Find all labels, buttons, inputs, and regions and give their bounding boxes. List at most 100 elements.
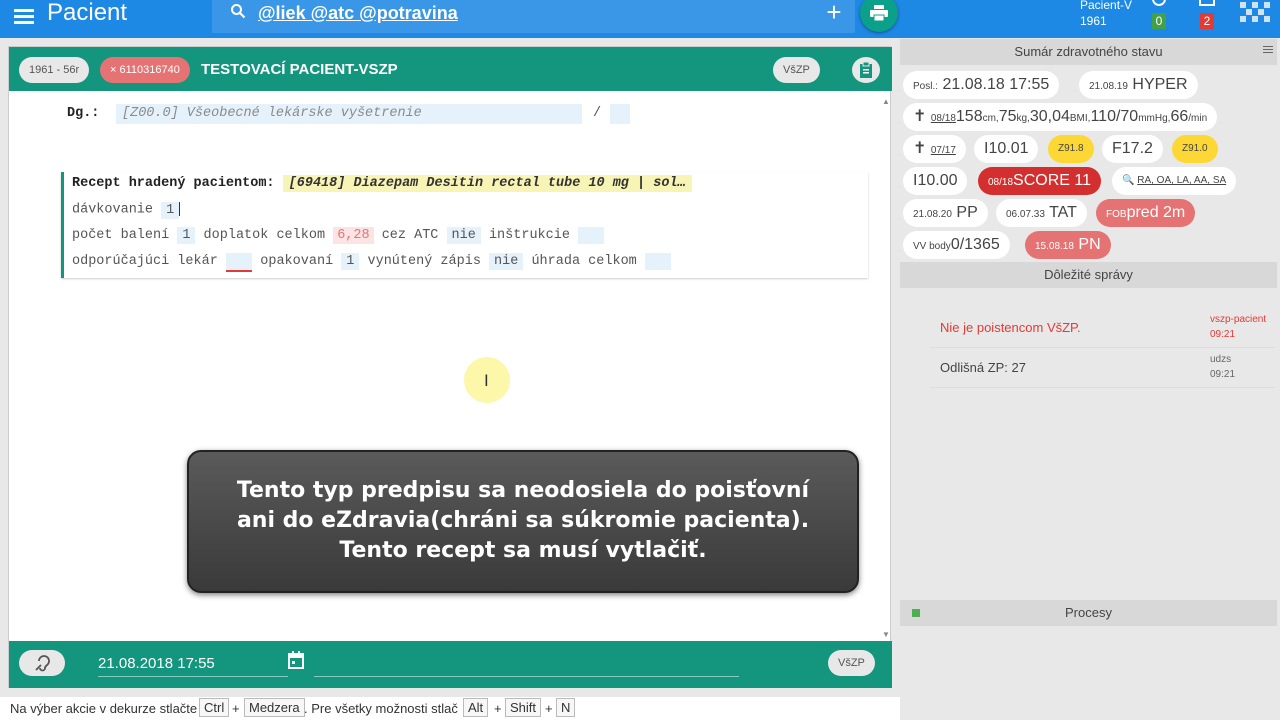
examinations-chip[interactable]: 🔍 RA, OA, LA, AA, SA (1112, 167, 1237, 195)
diagnosis-chip-z918[interactable]: Z91.8 (1048, 135, 1094, 163)
pn-chip[interactable]: 15.08.18 PN (1025, 231, 1111, 259)
print-icon (870, 5, 888, 21)
copay-label: doplatok celkom (203, 228, 326, 243)
cross-icon: ✝ (913, 108, 927, 125)
patient-id: 6110316740 (119, 64, 180, 76)
text-cursor (179, 202, 181, 216)
app-title: Pacient (47, 0, 128, 26)
hyper-date: 21.08.19 (1089, 81, 1128, 92)
message-time: 09:21 (1210, 329, 1236, 340)
search-bar[interactable]: @liek @atc @potravina (212, 0, 855, 33)
summary-title: Sumár zdravotného stavu (1014, 44, 1163, 59)
copay-field[interactable]: 6,28 (333, 227, 374, 244)
chat-icon[interactable] (1199, 0, 1215, 9)
insurer-chip[interactable]: VšZP (773, 57, 820, 83)
patient-age-chip[interactable]: 1961 - 56r (19, 57, 90, 83)
pn-label: PN (1078, 236, 1101, 253)
message-item[interactable]: Odlišná ZP: 27 (940, 360, 1026, 375)
hyper-label: HYPER (1132, 76, 1188, 93)
add-button[interactable]: + (819, 0, 849, 28)
record-date[interactable]: 21.08.2018 17:55 (98, 655, 215, 672)
vv-chip[interactable]: VV body0/1365 (903, 231, 1010, 259)
editor-footer: 21.08.2018 17:55 VšZP (9, 641, 892, 688)
menu-icon[interactable] (14, 6, 34, 26)
pp-date: 21.08.20 (913, 209, 952, 220)
message-meta: udzs 09:21 (1210, 352, 1235, 382)
print-button[interactable] (860, 0, 898, 32)
messages-header: Dôležité správy (900, 262, 1277, 288)
message-item[interactable]: Nie je poistencom VšZP. (940, 320, 1081, 335)
atc-label: cez ATC (381, 228, 439, 243)
message-source: vszp-pacient (1210, 314, 1267, 325)
packs-field[interactable]: 1 (177, 227, 196, 244)
message-divider (930, 387, 1275, 388)
instructions-label: inštrukcie (488, 228, 570, 243)
process-status-icon (912, 609, 920, 617)
hearing-button[interactable] (19, 650, 65, 676)
note-field[interactable] (314, 676, 739, 677)
patient-info[interactable]: Pacient-V 1961 (1080, 0, 1132, 29)
patient-id-chip[interactable]: × 6110316740 (100, 57, 190, 83)
calendar-icon[interactable] (288, 651, 304, 669)
tat-chip[interactable]: 06.07.33 TAT (996, 199, 1087, 227)
diagnosis-field[interactable]: [Z00.0] Všeobecné lekárske vyšetrenie (116, 104, 582, 124)
message-time: 09:21 (1210, 369, 1236, 380)
notification-badge: 0 (1152, 13, 1166, 29)
vv-value: 0/1365 (950, 236, 1000, 253)
forced-label: vynútený zápis (367, 254, 481, 269)
packs-label: počet balení (72, 228, 170, 243)
key-shift: Shift (505, 698, 542, 717)
footer-insurer-chip[interactable]: VšZP (828, 650, 875, 676)
diagnosis-chip-i1000[interactable]: I10.00 (903, 167, 968, 195)
pp-chip[interactable]: 21.08.20 PP (903, 199, 988, 227)
drug-field[interactable]: [69418] Diazepam Desitin rectal tube 10 … (282, 175, 692, 192)
prescription-label: Recept hradený pacientom: (72, 176, 275, 191)
message-source: udzs (1210, 354, 1232, 365)
scroll-down-icon[interactable]: ▼ (882, 630, 890, 639)
deceased-chip[interactable]: ✝ 07/17 (903, 135, 966, 163)
instructions-field[interactable] (578, 227, 605, 244)
status-hint-text: Na výber akcie v dekurze stlačte (10, 701, 198, 716)
cross-icon: ✝ (913, 140, 927, 157)
prescription-line: Recept hradený pacientom: [69418] Diazep… (72, 175, 692, 192)
key-space: Medzera (244, 698, 305, 717)
diagnosis-chip-z910[interactable]: Z91.0 (1172, 135, 1218, 163)
search-icon (231, 4, 246, 19)
remove-icon[interactable]: × (110, 64, 116, 76)
repeat-field[interactable]: 1 (341, 253, 360, 270)
patient-label: Pacient-V (1080, 0, 1133, 12)
callout-line-3: Tento recept sa musí vytlačiť. (339, 538, 707, 563)
diagnosis-label: Dg.: (67, 106, 100, 121)
atc-field[interactable]: nie (446, 227, 481, 244)
vitals-chip[interactable]: ✝ 08/18158cm,75kg,30,04BMI,110/70mmHg,66… (903, 103, 1218, 131)
dosage-line: dávkovanie 1 (72, 201, 181, 219)
processes-header[interactable]: Procesy (900, 600, 1277, 626)
patient-year: 1961 (1080, 14, 1107, 28)
fob-chip[interactable]: FOBpred 2m (1096, 199, 1196, 227)
diagnosis-secondary-field[interactable] (610, 104, 630, 124)
plus-sign: + (494, 701, 502, 716)
summary-menu-icon[interactable] (1263, 44, 1273, 55)
search-input[interactable]: @liek @atc @potravina (258, 3, 458, 24)
diagnosis-chip-f172[interactable]: F17.2 (1102, 135, 1163, 163)
hyper-chip[interactable]: 21.08.19 HYPER (1079, 71, 1198, 99)
clipboard-icon (860, 62, 872, 78)
last-visit-chip[interactable]: Posl.: 21.08.18 17:55 (903, 71, 1060, 99)
notification-icon[interactable] (1151, 0, 1167, 7)
doctor-field[interactable] (225, 253, 253, 272)
score-chip[interactable]: 08/18SCORE 11 (978, 167, 1101, 195)
forced-field[interactable]: nie (489, 253, 524, 270)
last-visit-label: Posl.: (913, 81, 939, 92)
weight-unit: kg, (1016, 113, 1030, 124)
editor-header: 1961 - 56r × 6110316740 TESTOVACÍ PACIEN… (9, 47, 892, 91)
logo-icon (1240, 2, 1270, 22)
bp-value: 110/70 (1090, 108, 1139, 125)
dosage-field[interactable]: 1 (161, 201, 180, 219)
pulse-unit: /min (1188, 113, 1208, 124)
dosage-label: dávkovanie (72, 202, 154, 218)
pp-label: PP (956, 204, 978, 221)
scroll-up-icon[interactable]: ▲ (882, 97, 890, 106)
clipboard-button[interactable] (852, 57, 880, 83)
diagnosis-chip-i1001[interactable]: I10.01 (974, 135, 1039, 163)
payment-field[interactable] (644, 253, 672, 270)
